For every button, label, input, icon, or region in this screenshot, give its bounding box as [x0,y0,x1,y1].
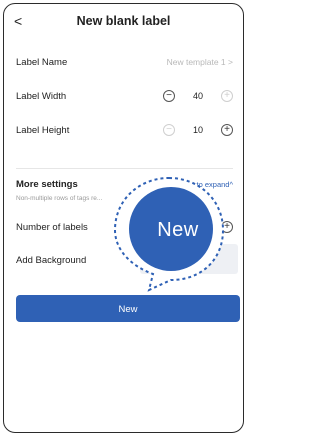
minus-icon[interactable]: − [163,124,175,136]
plus-icon[interactable]: + [221,124,233,136]
label-height-value[interactable]: 10 [179,125,217,135]
label-name-value-text: New template 1 [166,57,226,67]
label-height-row: Label Height − 10 + [16,121,233,141]
chevron-right-icon: > [228,57,233,67]
label-height-stepper: − 10 + [163,122,233,140]
more-settings-title: More settings [16,179,78,190]
label-name-value[interactable]: New template 1 > [167,57,233,67]
callout-label: New [157,219,199,241]
label-name-label: Label Name [16,57,68,68]
label-width-value[interactable]: 40 [179,91,217,101]
minus-icon[interactable]: − [163,90,175,102]
more-settings-hint: Non-multiple rows of tags re... [16,195,103,202]
add-background-label: Add Background [16,255,87,266]
new-button[interactable]: New [16,295,240,322]
plus-icon[interactable]: + [221,90,233,102]
label-width-row: Label Width − 40 + [16,87,233,107]
label-width-label: Label Width [16,91,67,102]
section-divider [16,168,233,169]
label-height-label: Label Height [16,125,70,136]
page-title: New blank label [76,14,171,28]
chevron-up-icon: ^ [229,180,233,189]
label-width-stepper: − 40 + [163,88,233,106]
number-of-labels-label: Number of labels [16,222,88,233]
label-name-row[interactable]: Label Name New template 1 > [16,53,233,73]
phone-frame: < New blank label Label Name New templat… [3,3,244,433]
header: < New blank label [4,4,243,40]
